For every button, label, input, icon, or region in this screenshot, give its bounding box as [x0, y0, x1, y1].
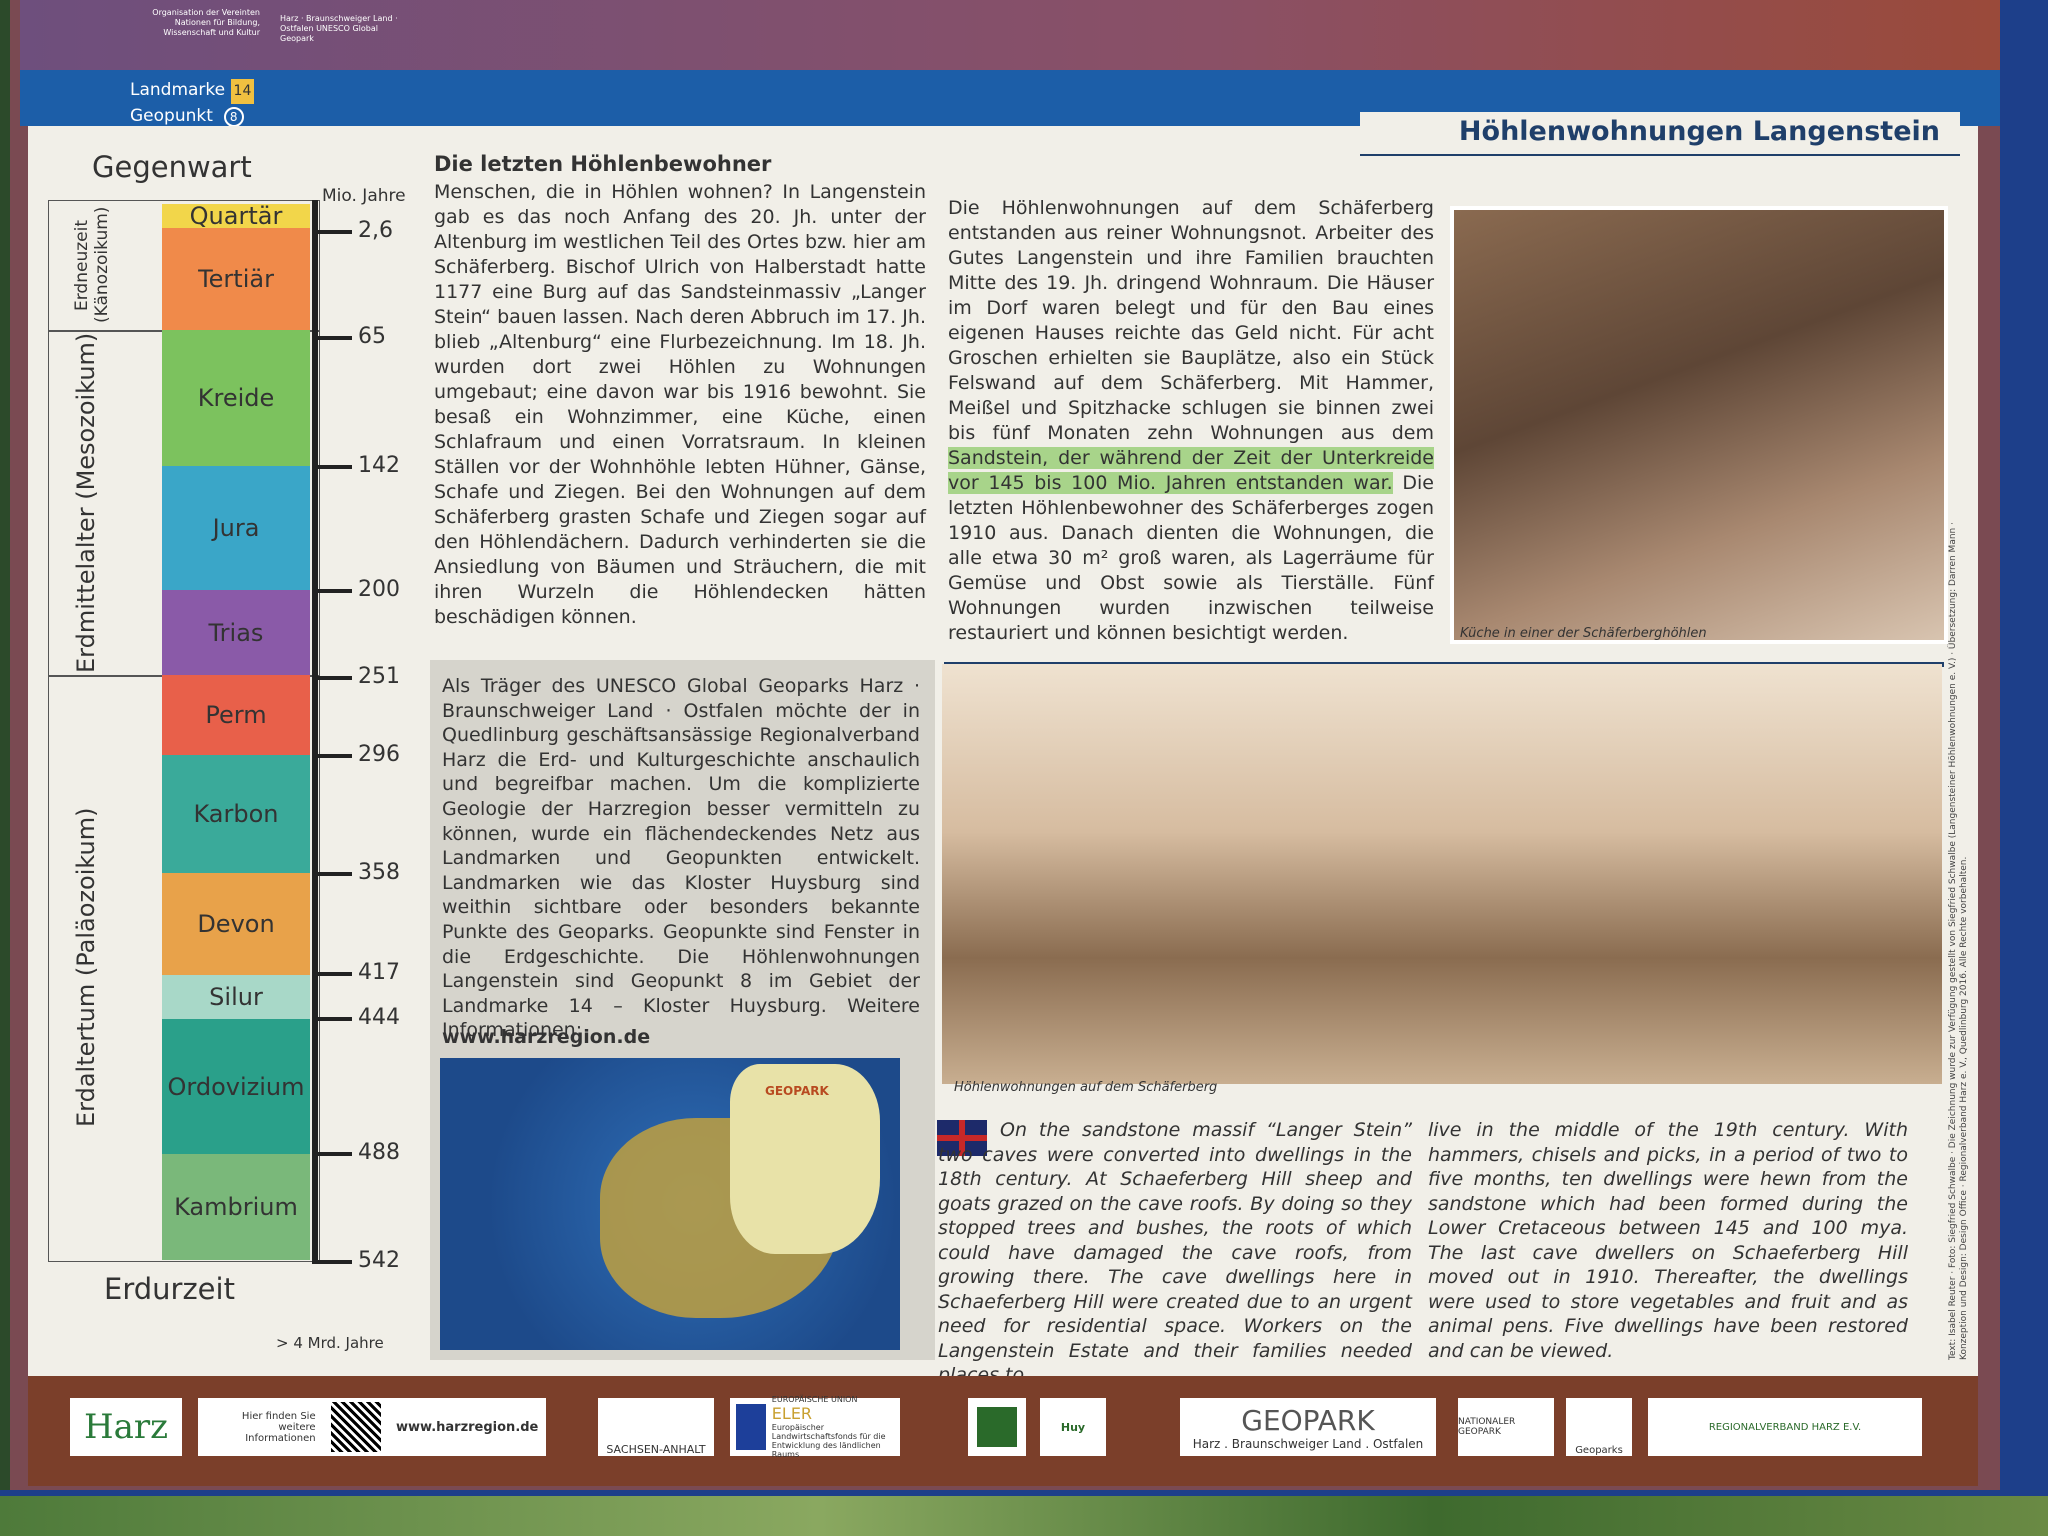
geopark-logo: GEOPARK Harz . Braunschweiger Land . Ost…	[1180, 1398, 1436, 1456]
period-quartaer: Quartär	[162, 202, 310, 230]
eu-eler-logo: EUROPÄISCHE UNION ELER Europäischer Land…	[730, 1395, 900, 1459]
website-link[interactable]: www.harzregion.de	[442, 1026, 650, 1048]
blue-post	[2000, 0, 2048, 1536]
tick-mark	[312, 230, 352, 234]
tick-label: 200	[358, 577, 400, 602]
tick-label: 251	[358, 664, 400, 689]
kitchen-photo	[1450, 206, 1948, 644]
era-label-palaeozoikum: Erdaltertum (Paläozoikum)	[72, 807, 100, 1128]
timeline-bottom-label: Erdurzeit	[104, 1272, 235, 1306]
tick-mark	[312, 1260, 352, 1264]
tick-mark	[312, 872, 352, 876]
tick-label: 2,6	[358, 218, 393, 243]
geopark-title: GEOPARK	[1241, 1403, 1375, 1437]
section-heading: Die letzten Höhlenbewohner	[434, 152, 772, 176]
nationaler-geopark-logo: NATIONALER GEOPARK	[1458, 1398, 1554, 1456]
timeline-axis	[312, 200, 318, 1260]
leader-icon	[977, 1407, 1017, 1447]
timeline-bottom-unit: > 4 Mrd. Jahre	[276, 1334, 384, 1352]
sachsen-anhalt-logo: SACHSEN-ANHALT	[598, 1398, 714, 1456]
kitchen-photo-caption: Küche in einer der Schäferberghöhlen	[1460, 626, 1707, 641]
tick-mark	[312, 972, 352, 976]
col2-highlight: Sandstein, der während der Zeit der Unte…	[948, 447, 1434, 494]
qr-code-icon	[330, 1402, 381, 1452]
tick-label: 142	[358, 453, 400, 478]
map-geopark-label: GEOPARK	[765, 1084, 829, 1098]
geopunkt-badge: 8	[223, 107, 244, 127]
qr-block: Hier finden Sie weitere Informationen ww…	[198, 1398, 546, 1456]
eler-text: ELER	[771, 1404, 813, 1423]
col1-text: Menschen, die in Höhlen wohnen? In Lange…	[434, 181, 926, 628]
col2-text: Die Höhlenwohnungen auf dem Schäferberg …	[948, 196, 1434, 646]
english-text-left: On the sandstone massif “Langer Stein” t…	[938, 1119, 1412, 1386]
huy-logo: Huy	[1040, 1398, 1106, 1456]
top-band: Organisation der Vereinten Nationen für …	[20, 0, 2000, 70]
credits-text: Text: Isabel Reuter · Foto: Siegfried Sc…	[1948, 522, 1969, 1360]
harz-logo: Harz	[70, 1398, 182, 1456]
bushes-background	[0, 1490, 2048, 1536]
period-kreide: Kreide	[162, 330, 310, 466]
tick-mark	[312, 676, 352, 680]
geopunkt-label: Geopunkt	[130, 106, 213, 126]
eu-flag-icon	[736, 1404, 766, 1450]
period-tertiaer: Tertiär	[162, 228, 310, 330]
geopark-subtitle: Harz . Braunschweiger Land . Ostfalen	[1192, 1436, 1424, 1451]
col2-text-a: Die Höhlenwohnungen auf dem Schäferberg …	[948, 197, 1434, 444]
tick-mark	[312, 589, 352, 593]
landmark-info: Landmarke 14 Geopunkt 8	[130, 78, 255, 129]
period-silur: Silur	[162, 975, 310, 1019]
col2-text-b: Die letzten Höhlenbewohner des Schäferbe…	[948, 472, 1434, 644]
period-karbon: Karbon	[162, 755, 310, 873]
period-perm: Perm	[162, 675, 310, 755]
tick-label: 417	[358, 960, 400, 985]
period-devon: Devon	[162, 873, 310, 975]
tick-label: 358	[358, 860, 400, 885]
tick-mark	[312, 1017, 352, 1021]
tick-mark	[312, 754, 352, 758]
geoparks-logo: Geoparks	[1566, 1398, 1632, 1456]
period-jura: Jura	[162, 466, 310, 590]
leader-logo	[968, 1398, 1026, 1456]
unesco-org-text: Organisation der Vereinten Nationen für …	[152, 8, 260, 37]
tick-label: 65	[358, 324, 386, 349]
tick-label: 488	[358, 1140, 400, 1165]
timeline-top-label: Gegenwart	[92, 150, 252, 184]
tick-label: 444	[358, 1005, 400, 1030]
tick-label: 296	[358, 742, 400, 767]
tick-mark	[312, 465, 352, 469]
english-text-right: live in the middle of the 19th century. …	[1428, 1119, 1908, 1362]
period-ordovizium: Ordovizium	[162, 1019, 310, 1154]
tick-mark	[312, 336, 352, 340]
qr-text: Hier finden Sie weitere Informationen	[241, 1410, 316, 1444]
regionalverband-logo: REGIONALVERBAND HARZ E.V.	[1648, 1398, 1922, 1456]
landmarke-label: Landmarke	[130, 80, 226, 100]
geopark-org-text: Harz · Braunschweiger Land · Ostfalen UN…	[280, 14, 398, 43]
eu-top-text: EUROPÄISCHE UNION	[771, 1395, 858, 1404]
info-box-text: Als Träger des UNESCO Global Geoparks Ha…	[442, 675, 920, 1042]
period-trias: Trias	[162, 590, 310, 675]
cave-dwellings-drawing	[942, 664, 1942, 1084]
europe-map: GEOPARK	[440, 1058, 900, 1350]
qr-url: www.harzregion.de	[396, 1419, 539, 1435]
tick-label: 542	[358, 1248, 400, 1273]
page-title: Höhlenwohnungen Langenstein	[1458, 116, 1940, 147]
era-label-mesozoikum: Erdmittelalter (Mesozoikum)	[72, 332, 100, 673]
timeline-unit-label: Mio. Jahre	[322, 186, 406, 206]
tick-mark	[312, 1152, 352, 1156]
drawing-caption: Höhlenwohnungen auf dem Schäferberg	[954, 1080, 1218, 1095]
era-label-kaenozoikum: Erdneuzeit (Känozoikum)	[72, 206, 112, 324]
period-kambrium: Kambrium	[162, 1154, 310, 1260]
eu-fund-text: Europäischer Landwirtschaftsfonds für di…	[771, 1423, 886, 1459]
landmarke-badge: 14	[230, 79, 255, 104]
